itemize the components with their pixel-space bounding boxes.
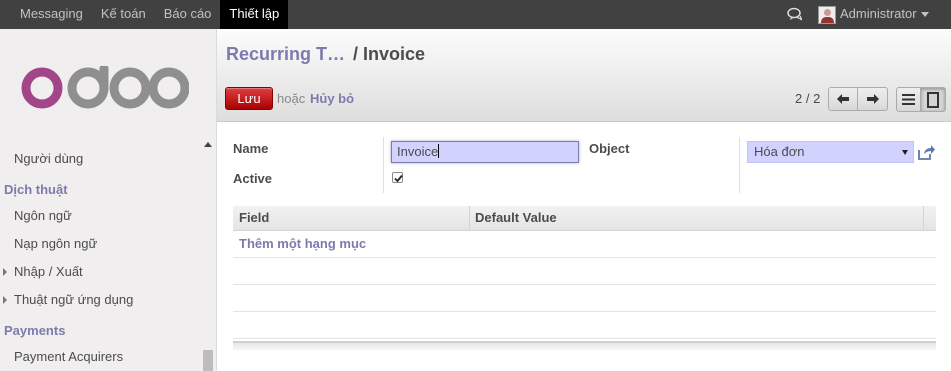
control-panel: Recurring T… / Invoice Lưu hoặc Hủy bỏ 2 … bbox=[217, 29, 951, 122]
form-icon bbox=[927, 91, 939, 108]
name-field[interactable]: Invoice bbox=[391, 141, 579, 163]
user-menu-name[interactable]: Administrator bbox=[840, 0, 917, 29]
name-value: Invoice bbox=[397, 144, 439, 159]
breadcrumb-separator: / bbox=[353, 44, 359, 64]
sidebar-item-load-language[interactable]: Nạp ngôn ngữ bbox=[14, 236, 97, 251]
column-divider bbox=[923, 206, 924, 231]
table-row: Thêm một hạng mục bbox=[233, 231, 936, 258]
sidebar-item-payment-acquirers[interactable]: Payment Acquirers bbox=[14, 349, 123, 364]
check-icon bbox=[394, 174, 403, 183]
breadcrumb-current: Invoice bbox=[363, 44, 426, 64]
object-label: Object bbox=[589, 141, 630, 156]
column-header-field[interactable]: Field bbox=[233, 206, 269, 231]
column-header-default-value[interactable]: Default Value bbox=[469, 206, 557, 231]
name-label: Name bbox=[233, 141, 269, 156]
breadcrumb: Recurring T… / Invoice bbox=[226, 44, 425, 65]
arrow-right-icon bbox=[866, 94, 879, 104]
menu-reports[interactable]: Báo cáo bbox=[155, 0, 221, 29]
expand-arrow-icon[interactable] bbox=[3, 268, 7, 276]
chevron-down-icon[interactable] bbox=[921, 12, 929, 17]
top-menu: Messaging Kế toán Báo cáo Thiết lập bbox=[11, 0, 289, 29]
sidebar: Người dùng Dịch thuật Ngôn ngữ Nạp ngôn … bbox=[0, 29, 217, 371]
pager-value[interactable]: 2 / 2 bbox=[795, 91, 820, 106]
object-value: Hóa đơn bbox=[754, 144, 805, 159]
save-button[interactable]: Lưu bbox=[225, 87, 273, 110]
sidebar-item-import-export[interactable]: Nhập / Xuất bbox=[14, 264, 83, 279]
sidebar-section-payments: Payments bbox=[4, 323, 66, 338]
external-link-icon[interactable] bbox=[917, 144, 935, 160]
breadcrumb-parent[interactable]: Recurring T… bbox=[226, 44, 345, 64]
list-icon bbox=[902, 94, 915, 105]
table-footer bbox=[233, 341, 936, 350]
expand-arrow-icon[interactable] bbox=[3, 296, 7, 304]
sidebar-scrollbar[interactable] bbox=[203, 350, 213, 371]
defaults-table: Field Default Value Thêm một hạng mục bbox=[233, 206, 936, 350]
odoo-logo[interactable] bbox=[21, 66, 189, 110]
menu-settings[interactable]: Thiết lập bbox=[220, 0, 289, 29]
pager-buttons bbox=[828, 87, 888, 111]
view-switcher bbox=[896, 87, 946, 112]
divider bbox=[383, 137, 384, 193]
table-header: Field Default Value bbox=[233, 206, 936, 231]
chat-icon[interactable] bbox=[787, 7, 803, 21]
discard-button[interactable]: Hủy bỏ bbox=[310, 91, 354, 106]
pager-next-button[interactable] bbox=[858, 87, 888, 111]
active-checkbox[interactable] bbox=[392, 172, 403, 183]
sidebar-item-users[interactable]: Người dùng bbox=[14, 151, 83, 166]
table-row bbox=[233, 258, 936, 285]
form-view-button[interactable] bbox=[921, 87, 946, 112]
table-row bbox=[233, 285, 936, 312]
arrow-left-icon bbox=[837, 94, 849, 104]
sidebar-item-application-terms[interactable]: Thuật ngữ ứng dụng bbox=[14, 292, 133, 307]
sidebar-section-translations: Dịch thuật bbox=[4, 182, 68, 197]
table-row bbox=[233, 312, 936, 339]
chevron-down-icon bbox=[902, 150, 908, 155]
top-navbar: Messaging Kế toán Báo cáo Thiết lập Admi… bbox=[0, 0, 951, 29]
object-select[interactable]: Hóa đơn bbox=[747, 141, 914, 163]
pager-previous-button[interactable] bbox=[828, 87, 858, 111]
scroll-up-icon[interactable] bbox=[204, 142, 212, 147]
add-line-link[interactable]: Thêm một hạng mục bbox=[239, 236, 366, 251]
active-label: Active bbox=[233, 171, 273, 186]
list-view-button[interactable] bbox=[896, 87, 921, 112]
user-avatar[interactable] bbox=[818, 6, 836, 24]
sidebar-item-languages[interactable]: Ngôn ngữ bbox=[14, 208, 72, 223]
menu-accounting[interactable]: Kế toán bbox=[92, 0, 155, 29]
menu-messaging[interactable]: Messaging bbox=[11, 0, 92, 29]
divider bbox=[739, 137, 740, 193]
or-text: hoặc bbox=[277, 91, 306, 106]
